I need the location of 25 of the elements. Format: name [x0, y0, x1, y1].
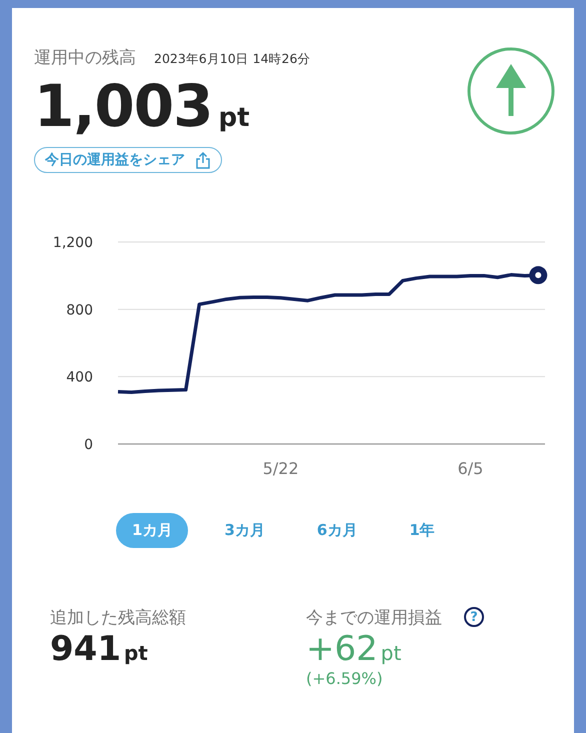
stat-value: +62 — [306, 628, 378, 669]
period-tab[interactable]: 6カ月 — [300, 512, 374, 548]
share-button[interactable]: 今日の運用益をシェア — [34, 146, 222, 173]
balance-unit: pt — [218, 103, 250, 133]
stat-label: 追加した残高総額 — [50, 606, 186, 629]
y-axis-label: 800 — [66, 302, 93, 318]
y-axis-label: 1,200 — [52, 234, 93, 251]
stat-change: (+6.59%) — [306, 668, 384, 688]
stat-unit: pt — [124, 640, 148, 665]
balance-title: 運用中の残高 — [34, 47, 136, 69]
timestamp: 2023年6月10日 14時26分 — [154, 51, 310, 68]
help-icon[interactable]: ? — [464, 607, 484, 628]
stat-value: 941 — [50, 628, 121, 669]
y-axis-label: 0 — [84, 436, 93, 453]
x-axis-label: 5/22 — [262, 458, 299, 478]
period-tab[interactable]: 1年 — [393, 512, 451, 548]
current-point-marker — [529, 266, 548, 284]
y-axis-label: 400 — [66, 369, 93, 386]
stat-label: 今までの運用損益 — [306, 606, 442, 629]
stat-unit: pt — [380, 640, 402, 665]
period-tab[interactable]: 3カ月 — [208, 512, 281, 548]
x-axis-label: 6/5 — [458, 458, 484, 478]
balance-amount: 1,003 — [34, 75, 212, 139]
period-tab[interactable]: 1カ月 — [116, 512, 188, 548]
share-icon — [195, 150, 211, 169]
